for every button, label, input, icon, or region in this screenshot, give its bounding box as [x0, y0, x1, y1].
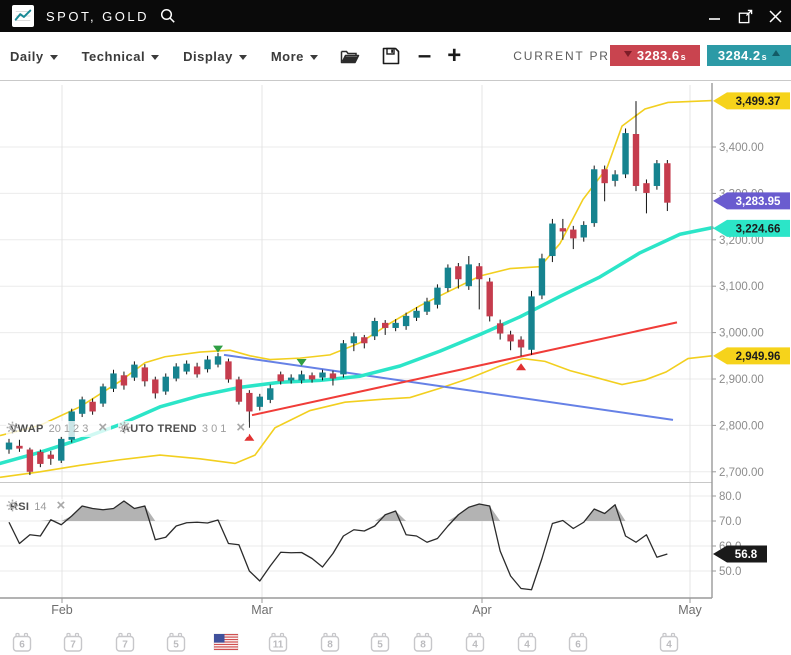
more-menu-label: More: [271, 49, 304, 64]
chevron-down-icon: [239, 55, 247, 60]
vwap-params: 20 1 2 3: [49, 423, 89, 435]
svg-text:5: 5: [377, 640, 383, 651]
svg-text:80.0: 80.0: [719, 491, 741, 503]
svg-text:3,400.00: 3,400.00: [719, 142, 764, 154]
svg-text:2,949.96: 2,949.96: [736, 351, 781, 363]
title-bar: SPOT, GOLD: [0, 0, 791, 32]
timeframe-menu-label: Daily: [10, 49, 44, 64]
auto-trend-indicator-label: AUTO TREND 3 0 1 ×: [118, 421, 249, 437]
zoom-out-button[interactable]: –: [418, 46, 431, 66]
calendar-event-icon[interactable]: 4: [519, 634, 536, 652]
rsi-overbought-fill: [9, 501, 667, 521]
svg-text:56.8: 56.8: [735, 549, 758, 561]
calendar-event-icon[interactable]: 5: [168, 634, 185, 652]
svg-text:3,283.95: 3,283.95: [736, 196, 781, 208]
svg-text:50.0: 50.0: [719, 566, 741, 578]
auto-trend-name: AUTO TREND: [122, 423, 197, 435]
close-icon[interactable]: ×: [98, 423, 107, 433]
svg-text:4: 4: [524, 640, 530, 651]
month-labels: Feb Mar Apr May: [51, 598, 702, 617]
calendar-event-icon[interactable]: 8: [322, 634, 339, 652]
save-icon[interactable]: [382, 47, 400, 65]
svg-text:6: 6: [19, 640, 25, 651]
search-icon[interactable]: [159, 7, 177, 25]
chevron-down-icon: [50, 55, 58, 60]
svg-text:70.0: 70.0: [719, 516, 741, 528]
arrow-up-icon: [772, 50, 780, 56]
minimize-icon[interactable]: [707, 8, 723, 24]
zoom-in-button[interactable]: +: [447, 46, 461, 66]
popout-icon[interactable]: [737, 8, 753, 24]
arrow-down-icon: [624, 51, 632, 57]
calendar-event-icon[interactable]: 7: [117, 634, 134, 652]
ask-price-value: 3284.2: [718, 48, 761, 63]
svg-text:3,000.00: 3,000.00: [719, 328, 764, 340]
price-tag: 3,283.95: [713, 192, 790, 209]
chevron-down-icon: [310, 55, 318, 60]
svg-text:2,800.00: 2,800.00: [719, 420, 764, 432]
svg-text:8: 8: [420, 640, 426, 651]
svg-text:May: May: [678, 603, 702, 617]
svg-text:6: 6: [575, 640, 581, 651]
svg-text:Feb: Feb: [51, 603, 73, 617]
calendar-event-icon[interactable]: 4: [661, 634, 678, 652]
technical-menu[interactable]: Technical: [82, 49, 160, 64]
svg-text:11: 11: [273, 640, 284, 651]
more-menu[interactable]: More: [271, 49, 318, 64]
chart-area: 3,400.003,300.003,200.003,100.003,000.00…: [0, 81, 791, 655]
calendar-event-icon[interactable]: 11: [270, 634, 287, 652]
display-menu-label: Display: [183, 49, 233, 64]
timeframe-menu[interactable]: Daily: [10, 49, 58, 64]
auto-trend-params: 3 0 1: [202, 423, 226, 435]
calendar-event-icon[interactable]: 5: [372, 634, 389, 652]
calendar-event-icon[interactable]: 7: [65, 634, 82, 652]
calendar-event-icon[interactable]: 6: [570, 634, 587, 652]
event-calendar-row: 6 7 7 5 11 8 5 8 4 4 6 4: [14, 634, 678, 652]
chevron-down-icon: [151, 55, 159, 60]
us-flag-icon[interactable]: [214, 634, 238, 650]
bid-price-badge[interactable]: 3283.6s: [610, 45, 700, 66]
svg-text:7: 7: [70, 640, 76, 651]
svg-text:4: 4: [472, 640, 478, 651]
price-tag: 3,499.37: [713, 92, 790, 109]
svg-text:2,900.00: 2,900.00: [719, 374, 764, 386]
svg-text:5: 5: [173, 640, 179, 651]
svg-text:3,224.66: 3,224.66: [736, 223, 781, 235]
rsi-indicator-label: RSI 14 ×: [6, 499, 69, 515]
svg-text:4: 4: [666, 640, 672, 651]
price-tag: 2,949.96: [713, 347, 790, 364]
buy-signal-icon: [516, 363, 526, 370]
calendar-event-icon[interactable]: 6: [14, 634, 31, 652]
open-folder-icon[interactable]: [340, 48, 360, 65]
svg-text:3,100.00: 3,100.00: [719, 281, 764, 293]
calendar-event-icon[interactable]: 8: [415, 634, 432, 652]
close-icon[interactable]: [767, 8, 783, 24]
calendar-event-icon[interactable]: 4: [467, 634, 484, 652]
ask-suffix: s: [762, 52, 768, 62]
svg-text:8: 8: [327, 640, 333, 651]
price-chart-canvas[interactable]: 3,400.003,300.003,200.003,100.003,000.00…: [0, 81, 791, 655]
close-icon[interactable]: ×: [57, 501, 66, 511]
svg-text:3,499.37: 3,499.37: [736, 96, 781, 108]
svg-text:2,700.00: 2,700.00: [719, 467, 764, 479]
price-tag: 3,224.66: [713, 220, 790, 237]
bid-price-value: 3283.6: [637, 48, 680, 63]
vwap-indicator-label: VWAP 20 1 2 3 ×: [6, 421, 111, 437]
rsi-params: 14: [34, 501, 46, 513]
bid-suffix: s: [681, 52, 687, 62]
ask-price-badge[interactable]: 3284.2s: [707, 45, 791, 66]
technical-menu-label: Technical: [82, 49, 146, 64]
svg-text:7: 7: [122, 640, 128, 651]
symbol-title: SPOT, GOLD: [46, 9, 149, 24]
chart-toolbar: Daily Technical Display More – + CURRENT…: [0, 32, 791, 81]
display-menu[interactable]: Display: [183, 49, 247, 64]
vwap-upper-band: [0, 101, 712, 436]
svg-text:Apr: Apr: [472, 603, 491, 617]
close-icon[interactable]: ×: [236, 423, 245, 433]
app-logo-icon: [12, 5, 34, 27]
svg-text:Mar: Mar: [251, 603, 273, 617]
downtrend-line: [224, 355, 673, 420]
rsi-pane: [9, 501, 667, 590]
